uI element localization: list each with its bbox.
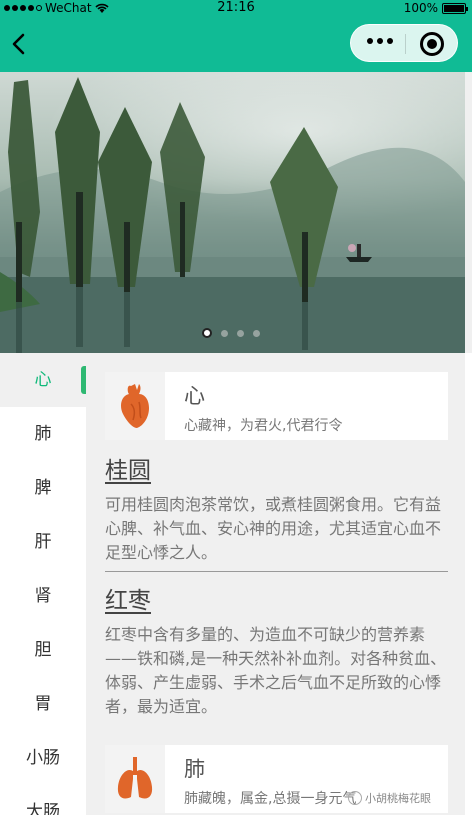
- capsule-divider: [405, 34, 406, 54]
- food-title[interactable]: 桂圆: [105, 451, 448, 485]
- food-divider: [105, 571, 448, 572]
- food-item: 红枣 红枣中含有多量的、为造血不可缺少的营养素——铁和磷,是一种天然补补血剂。对…: [105, 581, 448, 719]
- status-bar: WeChat 21:16 100%: [0, 0, 472, 16]
- organ-desc: 心藏神，为君火,代君行令: [184, 418, 343, 434]
- scroll-edge: [465, 353, 472, 815]
- chevron-left-icon[interactable]: [8, 32, 32, 56]
- sidebar-item-heart[interactable]: 心: [0, 353, 86, 407]
- target-close-icon[interactable]: [420, 32, 444, 56]
- food-item: 桂圆 可用桂圆肉泡茶常饮，或煮桂圆粥食用。它有益心脾、补气血、安心神的用途，尤其…: [105, 451, 448, 565]
- sidebar-item-lung[interactable]: 肺: [0, 407, 86, 461]
- organ-icon-box: [105, 745, 165, 813]
- banner-carousel[interactable]: [0, 72, 465, 353]
- sidebar-item-small-intestine[interactable]: 小肠: [0, 731, 86, 785]
- sidebar-item-liver[interactable]: 肝: [0, 515, 86, 569]
- heart-icon: [121, 384, 149, 428]
- lake-trees-image: [0, 77, 465, 353]
- sidebar-item-spleen[interactable]: 脾: [0, 461, 86, 515]
- indicator-dot-active[interactable]: [202, 328, 212, 338]
- organ-desc: 肺藏魄，属金,总摄一身元气: [184, 791, 357, 807]
- battery-icon: [442, 2, 468, 14]
- more-dots-icon[interactable]: [367, 38, 393, 44]
- battery-percent: 100%: [403, 1, 438, 15]
- food-text: 可用桂圆肉泡茶常饮，或煮桂圆粥食用。它有益心脾、补气血、安心神的用途，尤其适宜心…: [105, 495, 442, 562]
- clock: 21:16: [217, 0, 255, 15]
- mini-program-capsule: [350, 24, 458, 62]
- sidebar-item-stomach[interactable]: 胃: [0, 677, 86, 731]
- organ-card-heart[interactable]: 心 心藏神，为君火,代君行令: [105, 372, 448, 440]
- organ-sidebar: 心 肺 脾 肝 肾 胆 胃 小肠 大肠: [0, 353, 86, 815]
- sidebar-item-kidney[interactable]: 肾: [0, 569, 86, 623]
- carousel-indicators[interactable]: [202, 328, 260, 338]
- indicator-dot[interactable]: [237, 329, 244, 337]
- organ-name: 肺: [184, 757, 205, 781]
- sidebar-item-gallbladder[interactable]: 胆: [0, 623, 86, 677]
- sidebar-item-large-intestine[interactable]: 大肠: [0, 785, 86, 815]
- indicator-dot[interactable]: [221, 329, 228, 337]
- organ-icon-box: [105, 372, 165, 440]
- indicator-dot[interactable]: [253, 329, 260, 337]
- organ-name: 心: [184, 384, 205, 408]
- food-text: 红枣中含有多量的、为造血不可缺少的营养素——铁和磷,是一种天然补补血剂。对各种贫…: [105, 625, 447, 716]
- watermark-icon: [348, 791, 362, 805]
- watermark: 小胡桃梅花眼: [348, 790, 431, 806]
- watermark-text: 小胡桃梅花眼: [365, 792, 431, 805]
- nav-bar: [0, 16, 472, 72]
- food-title[interactable]: 红枣: [105, 581, 448, 615]
- organ-content: 心 心藏神，为君火,代君行令 桂圆 可用桂圆肉泡茶常饮，或煮桂圆粥食用。它有益心…: [86, 353, 465, 815]
- lungs-icon: [117, 757, 153, 799]
